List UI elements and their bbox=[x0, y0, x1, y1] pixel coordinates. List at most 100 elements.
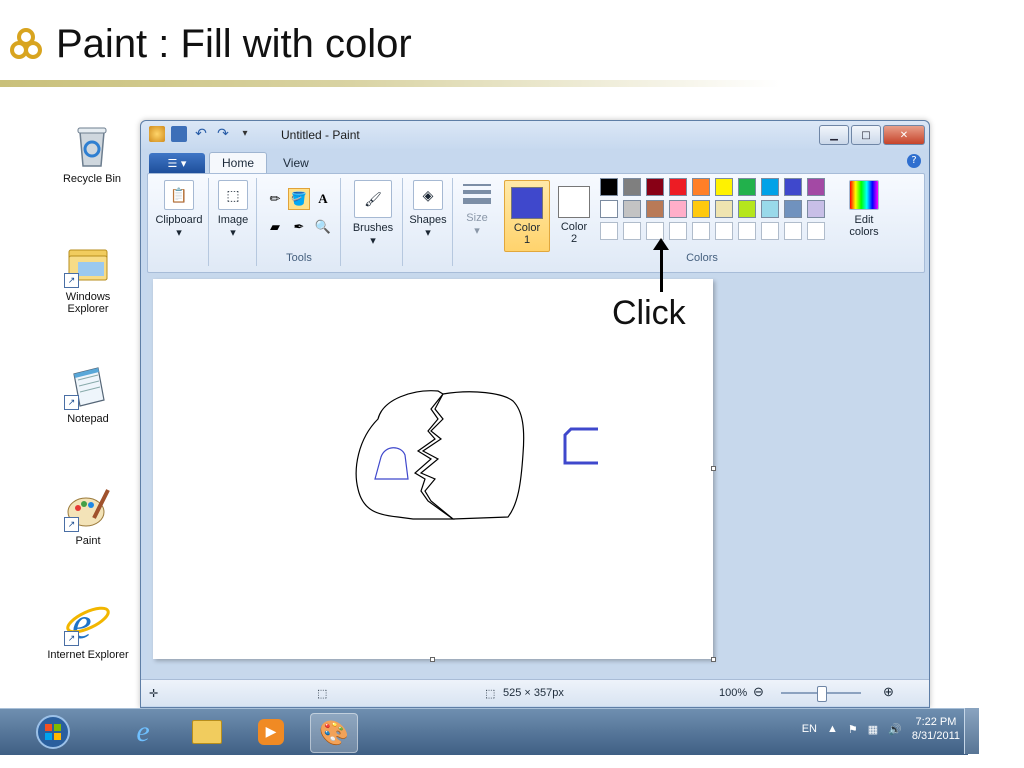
palette-swatch[interactable] bbox=[692, 200, 710, 218]
network-icon[interactable]: ▦ bbox=[868, 723, 878, 736]
start-button[interactable] bbox=[30, 713, 76, 751]
palette-swatch[interactable] bbox=[600, 200, 618, 218]
minimize-button[interactable]: ▁ bbox=[819, 125, 849, 145]
status-bar: ✛ ⬚ ⬚ 525 × 357px 100% ⊖ ⊕ bbox=[141, 679, 929, 706]
clipboard-button[interactable]: 📋 Clipboard ▾ bbox=[154, 180, 204, 239]
eraser-icon[interactable]: ▰ bbox=[264, 216, 286, 238]
palette-swatch[interactable] bbox=[715, 222, 733, 240]
paint-window: ↶ ↷ ▾ Untitled - Paint ▁ □ ✕ ☰ ▾ Home Vi… bbox=[140, 120, 930, 708]
resize-handle-bottom[interactable] bbox=[430, 657, 435, 662]
palette-swatch[interactable] bbox=[738, 200, 756, 218]
customize-toolbar-icon[interactable]: ▾ bbox=[237, 126, 253, 142]
line-size-icon bbox=[463, 180, 491, 208]
resize-handle-right[interactable] bbox=[711, 466, 716, 471]
save-icon[interactable] bbox=[171, 126, 187, 142]
language-indicator[interactable]: EN bbox=[802, 723, 817, 735]
palette-swatch[interactable] bbox=[784, 178, 802, 196]
palette-swatch[interactable] bbox=[623, 178, 641, 196]
paint-menu-button[interactable]: ☰ ▾ bbox=[149, 153, 205, 173]
close-button[interactable]: ✕ bbox=[883, 125, 925, 145]
palette-swatch[interactable] bbox=[600, 222, 618, 240]
title-rule bbox=[0, 80, 780, 87]
desktop-icon-internet-explorer[interactable]: e ↗ Internet Explorer bbox=[46, 598, 130, 661]
color-palette bbox=[600, 178, 840, 248]
palette-swatch[interactable] bbox=[761, 200, 779, 218]
palette-swatch[interactable] bbox=[807, 200, 825, 218]
taskbar-internet-explorer[interactable]: e bbox=[120, 713, 166, 751]
magnifier-icon[interactable]: 🔍 bbox=[312, 216, 334, 238]
desktop-icon-windows-explorer[interactable]: ↗ Windows Explorer bbox=[46, 240, 130, 315]
taskbar-paint[interactable]: 🎨 bbox=[310, 713, 358, 753]
palette-swatch[interactable] bbox=[807, 222, 825, 240]
action-center-icon[interactable]: ⚑ bbox=[848, 723, 858, 736]
undo-icon[interactable]: ↶ bbox=[193, 126, 209, 142]
image-group: ⬚ Image ▾ bbox=[210, 178, 257, 266]
brushes-button[interactable]: 🖌 Brushes ▾ bbox=[348, 180, 398, 247]
size-group: Size ▾ bbox=[454, 178, 500, 266]
palette-swatch[interactable] bbox=[715, 178, 733, 196]
window-title: Untitled - Paint bbox=[281, 128, 360, 142]
fill-bucket-icon[interactable]: 🪣 bbox=[288, 188, 310, 210]
palette-swatch[interactable] bbox=[784, 222, 802, 240]
shapes-button[interactable]: ◈ Shapes ▾ bbox=[406, 180, 450, 239]
palette-swatch[interactable] bbox=[738, 222, 756, 240]
shapes-group: ◈ Shapes ▾ bbox=[404, 178, 453, 266]
help-icon[interactable]: ? bbox=[907, 154, 921, 168]
palette-swatch[interactable] bbox=[784, 200, 802, 218]
palette-swatch[interactable] bbox=[761, 222, 779, 240]
text-tool-icon[interactable]: A bbox=[312, 188, 334, 210]
zoom-slider-thumb[interactable] bbox=[817, 686, 827, 702]
recycle-bin-icon bbox=[68, 122, 116, 170]
desktop-icon-recycle-bin[interactable]: Recycle Bin bbox=[50, 122, 134, 185]
paint-app-icon bbox=[149, 126, 165, 142]
palette-swatch[interactable] bbox=[646, 178, 664, 196]
palette-swatch[interactable] bbox=[623, 222, 641, 240]
palette-swatch[interactable] bbox=[669, 200, 687, 218]
tab-home[interactable]: Home bbox=[209, 152, 268, 173]
resize-handle-corner[interactable] bbox=[711, 657, 716, 662]
pencil-icon[interactable]: ✏ bbox=[264, 188, 286, 210]
tools-label: Tools bbox=[286, 252, 312, 264]
image-button[interactable]: ⬚ Image ▾ bbox=[212, 180, 254, 239]
clock[interactable]: 7:22 PM 8/31/2011 bbox=[912, 715, 960, 743]
internet-explorer-icon: e ↗ bbox=[64, 598, 112, 648]
palette-swatch[interactable] bbox=[807, 178, 825, 196]
palette-swatch[interactable] bbox=[761, 178, 779, 196]
taskbar-windows-explorer[interactable] bbox=[184, 713, 230, 751]
volume-icon[interactable]: 🔊 bbox=[888, 723, 902, 736]
palette-swatch[interactable] bbox=[600, 178, 618, 196]
palette-swatch[interactable] bbox=[623, 200, 641, 218]
tab-view[interactable]: View bbox=[271, 153, 321, 173]
palette-swatch[interactable] bbox=[692, 178, 710, 196]
color-1-button[interactable]: Color 1 bbox=[504, 180, 550, 252]
redo-icon[interactable]: ↷ bbox=[215, 126, 231, 142]
desktop-icon-paint[interactable]: ↗ Paint bbox=[46, 484, 130, 547]
zoom-out-button[interactable]: ⊖ bbox=[753, 684, 764, 700]
zoom-slider[interactable] bbox=[781, 686, 861, 702]
palette-swatch[interactable] bbox=[738, 178, 756, 196]
drawing-canvas[interactable] bbox=[153, 279, 716, 662]
brushes-group: 🖌 Brushes ▾ bbox=[342, 178, 403, 266]
palette-swatch[interactable] bbox=[646, 200, 664, 218]
taskbar-media-player[interactable]: ▶ bbox=[248, 713, 294, 751]
palette-swatch[interactable] bbox=[669, 178, 687, 196]
palette-swatch[interactable] bbox=[669, 222, 687, 240]
palette-swatch[interactable] bbox=[692, 222, 710, 240]
maximize-button[interactable]: □ bbox=[851, 125, 881, 145]
tools-group: ✏ 🪣 A ▰ ✒ 🔍 Tools bbox=[258, 178, 341, 266]
color-2-button[interactable]: Color 2 bbox=[552, 180, 596, 250]
show-desktop-button[interactable] bbox=[964, 708, 979, 754]
cursor-position-icon: ✛ bbox=[149, 688, 159, 700]
edit-colors-button[interactable]: Edit colors bbox=[840, 180, 888, 238]
desktop-icon-notepad[interactable]: ↗ Notepad bbox=[46, 362, 130, 425]
ribbon: 📋 Clipboard ▾ ⬚ Image ▾ ✏ 🪣 A ▰ ✒ 🔍 Tool… bbox=[147, 173, 925, 273]
folder-icon bbox=[192, 720, 222, 744]
size-button[interactable]: Size ▾ bbox=[456, 180, 498, 237]
chevron-down-icon: ▾ bbox=[230, 227, 236, 239]
edit-colors-label-2: colors bbox=[849, 226, 879, 238]
palette-swatch[interactable] bbox=[715, 200, 733, 218]
color-picker-icon[interactable]: ✒ bbox=[288, 216, 310, 238]
zoom-in-button[interactable]: ⊕ bbox=[883, 684, 894, 700]
show-hidden-icons-icon[interactable]: ▲ bbox=[827, 723, 838, 735]
colors-label: Colors bbox=[686, 252, 718, 264]
